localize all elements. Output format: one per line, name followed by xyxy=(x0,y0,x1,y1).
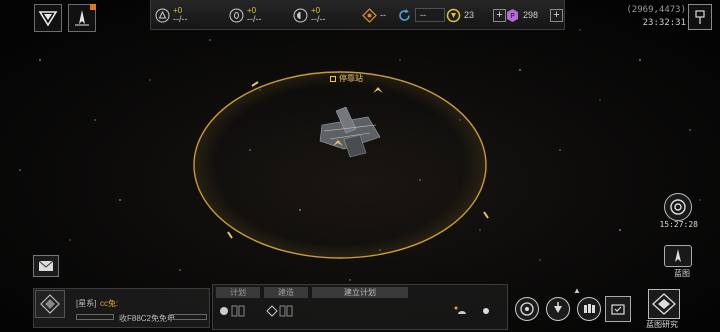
locator-button[interactable] xyxy=(605,296,631,322)
timer-countdown: 15:27:28 xyxy=(659,220,698,229)
spiral-icon xyxy=(670,199,686,215)
add-purple-button[interactable]: + xyxy=(550,8,563,22)
status-diamond-value: -- xyxy=(380,9,386,20)
currency-gold[interactable]: 23 + xyxy=(446,6,506,24)
blueprint-research-button[interactable] xyxy=(648,289,680,319)
chat-bar-left xyxy=(76,314,114,320)
resource-3-amount: --/-- xyxy=(311,14,326,24)
gold-coin-icon xyxy=(446,8,461,22)
coordinates: (2969,4473) xyxy=(626,5,686,15)
currency-gold-value: 23 xyxy=(464,9,475,20)
bookmark-button[interactable] xyxy=(688,4,712,30)
location-readout: (2969,4473) 23:32:31 xyxy=(626,5,686,28)
structure-name: 停靠站 xyxy=(339,74,363,83)
purple-gem-icon: P xyxy=(507,8,518,22)
mail-icon xyxy=(38,260,54,271)
rocket-icon xyxy=(75,10,89,26)
blueprint-label: 蓝图 xyxy=(674,269,690,278)
mail-button[interactable] xyxy=(33,255,59,277)
plan-slot-1-icon xyxy=(220,305,245,317)
crew-icon xyxy=(584,304,595,313)
status-diamond[interactable]: -- xyxy=(362,6,386,24)
folder-locate-icon xyxy=(611,304,625,315)
download-arrow-icon xyxy=(554,302,562,313)
plan-slot-1[interactable] xyxy=(216,302,260,320)
fleet-button[interactable] xyxy=(68,4,96,32)
plan-slot-2[interactable] xyxy=(264,302,308,320)
dock-action-button[interactable] xyxy=(546,297,570,321)
notification-marker xyxy=(90,4,96,10)
clock: 23:32:31 xyxy=(642,18,686,28)
timer-button[interactable] xyxy=(664,193,692,221)
chat-channel-icon xyxy=(40,294,60,314)
structure-label[interactable]: 停靠站 xyxy=(330,73,363,84)
svg-text:P: P xyxy=(510,12,514,20)
tab-plan[interactable]: 计划 xyxy=(216,287,260,298)
blueprint-icon xyxy=(675,249,681,262)
crew-action-button[interactable] xyxy=(577,297,601,321)
blueprint-button[interactable] xyxy=(664,245,692,267)
flag-icon xyxy=(695,10,705,24)
resource-3[interactable]: +0 --/-- xyxy=(293,6,326,24)
zero-circle-icon xyxy=(229,8,244,22)
resource-2[interactable]: +0 --/-- xyxy=(229,6,262,24)
triangle-circle-icon xyxy=(155,8,170,22)
resource-1[interactable]: +0 --/-- xyxy=(155,6,188,24)
plan-slot-2-icon xyxy=(266,305,293,317)
orbit-range-ring xyxy=(193,71,487,259)
chat-channel-label: [星系] xyxy=(76,299,97,308)
chat-message: 收F88C2免免申 xyxy=(119,314,176,323)
refresh-icon xyxy=(399,8,410,21)
shield-emblem-icon xyxy=(38,11,58,27)
corporation-emblem-button[interactable] xyxy=(34,4,62,32)
orbit-action-button[interactable] xyxy=(515,297,539,321)
chat-sender[interactable]: cc兔: xyxy=(100,298,118,309)
diamond-icon xyxy=(362,7,377,23)
blueprint-research-label: 蓝图研究 xyxy=(646,320,678,329)
currency-purple[interactable]: P 298 + xyxy=(505,6,563,24)
currency-purple-value: 298 xyxy=(523,9,539,20)
research-emblem-icon xyxy=(652,293,676,315)
status-refresh-value: -- xyxy=(415,8,445,22)
half-circle-icon xyxy=(293,8,308,22)
expand-caret-icon[interactable]: ▲ xyxy=(573,286,581,295)
tab-create-plan[interactable]: 建立计划 xyxy=(312,287,408,298)
tab-build[interactable]: 建造 xyxy=(264,287,308,298)
space-map[interactable] xyxy=(0,0,720,332)
chat-bar-right xyxy=(169,314,207,320)
view-toggle-icons[interactable] xyxy=(452,304,500,318)
resource-1-amount: --/-- xyxy=(173,14,188,24)
resource-2-amount: --/-- xyxy=(247,14,262,24)
status-refresh[interactable]: -- xyxy=(397,6,445,24)
spiral-orbit-icon xyxy=(520,302,534,316)
structure-icon xyxy=(330,75,336,82)
chat-channel-avatar[interactable] xyxy=(35,290,65,318)
